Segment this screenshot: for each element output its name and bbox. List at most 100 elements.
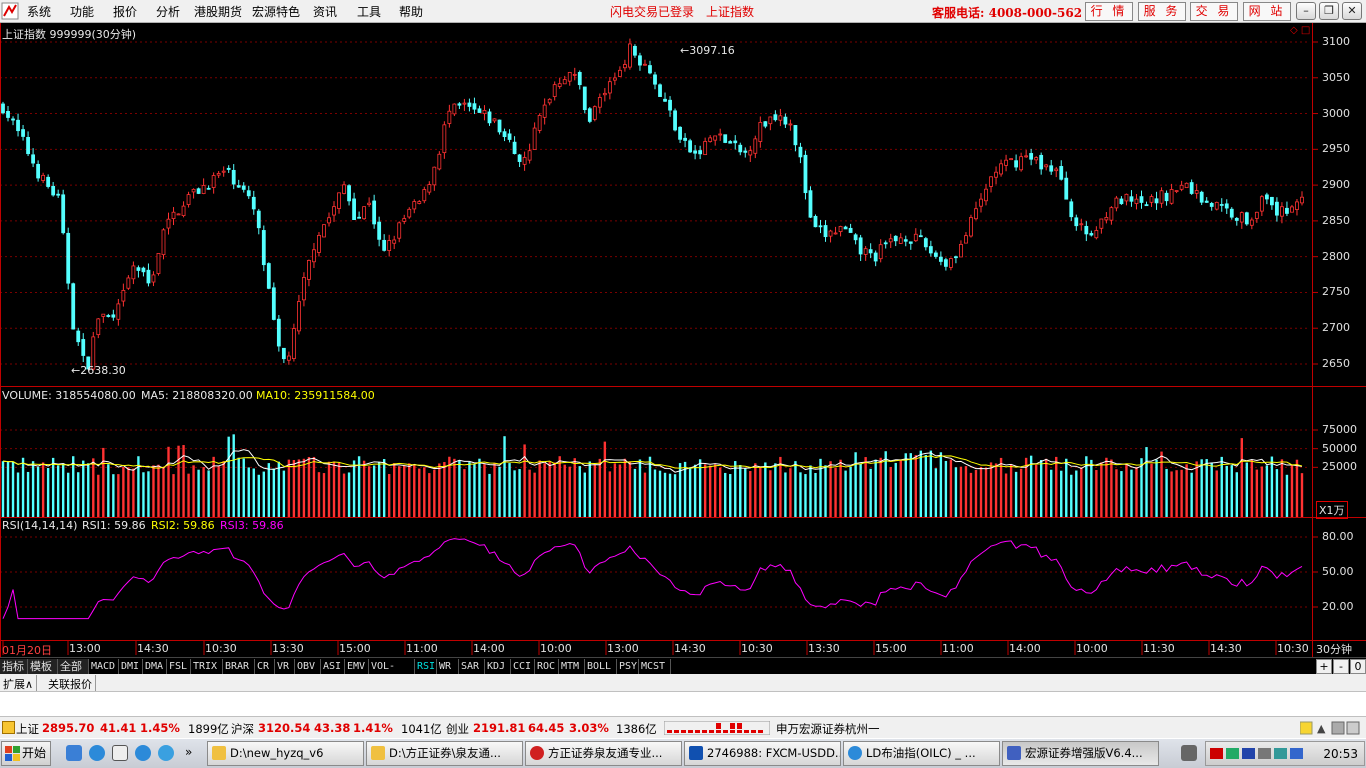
tab-dmi[interactable]: DMI bbox=[119, 659, 143, 674]
quicklaunch-desktop-icon[interactable] bbox=[66, 745, 82, 761]
candle-body bbox=[803, 154, 808, 194]
period-label[interactable]: 30分钟 bbox=[1316, 641, 1352, 657]
menu-info[interactable]: 资讯 bbox=[313, 3, 337, 20]
candle-body bbox=[542, 104, 547, 118]
zoom-out-button[interactable]: - bbox=[1333, 659, 1349, 674]
time-axis-label: 14:00 bbox=[1009, 642, 1041, 655]
ticker-tray-icons[interactable]: ▲ bbox=[1300, 721, 1360, 735]
tab-psy[interactable]: PSY bbox=[617, 659, 639, 674]
volume-bar bbox=[77, 472, 80, 517]
tab-macd[interactable]: MACD bbox=[89, 659, 119, 674]
start-button[interactable]: 开始 bbox=[1, 741, 51, 766]
candle-body bbox=[898, 237, 903, 244]
volume-bar bbox=[342, 473, 346, 517]
tab-emv[interactable]: EMV bbox=[345, 659, 369, 674]
task-oil-ie[interactable]: LD布油指(OILC) _ ... bbox=[843, 741, 1000, 766]
keyboard-icon[interactable] bbox=[1181, 745, 1197, 761]
candle-body bbox=[547, 98, 552, 104]
quicklaunch-app-icon[interactable] bbox=[158, 745, 174, 761]
candle-body bbox=[76, 330, 81, 343]
website-button[interactable]: 网 站 bbox=[1243, 2, 1291, 21]
task-fangzheng-app[interactable]: 方正证券泉友通专业... bbox=[525, 741, 682, 766]
tab-模板[interactable]: 模板 bbox=[28, 659, 58, 674]
tab-obv[interactable]: OBV bbox=[295, 659, 321, 674]
volume-bar bbox=[944, 460, 948, 517]
tab-mtm[interactable]: MTM bbox=[559, 659, 585, 674]
volume-bar bbox=[724, 472, 727, 517]
menu-hongyuan[interactable]: 宏源特色 bbox=[252, 3, 300, 20]
task-folder-hyzq[interactable]: D:\new_hyzq_v6 bbox=[207, 741, 364, 766]
candle-body bbox=[1189, 182, 1194, 194]
menu-function[interactable]: 功能 bbox=[70, 3, 94, 20]
menu-quote[interactable]: 报价 bbox=[113, 3, 137, 20]
close-icon[interactable]: ✕ bbox=[1342, 2, 1362, 20]
minimize-icon[interactable]: – bbox=[1296, 2, 1316, 20]
volume-bar bbox=[849, 466, 852, 517]
price-panel-title: 上证指数 999999(30分钟) bbox=[2, 28, 137, 41]
volume-bar bbox=[262, 471, 265, 517]
candle-body bbox=[928, 246, 933, 254]
tab-rsi[interactable]: RSI bbox=[415, 659, 437, 674]
tab-vr[interactable]: VR bbox=[275, 659, 295, 674]
volume-bar bbox=[387, 474, 391, 517]
menu-system[interactable]: 系统 bbox=[27, 3, 51, 20]
quicklaunch-browser-icon[interactable] bbox=[135, 745, 151, 761]
menu-help[interactable]: 帮助 bbox=[399, 3, 423, 20]
tab-vol-tdx[interactable]: VOL-TDX bbox=[369, 659, 415, 687]
menu-analysis[interactable]: 分析 bbox=[156, 3, 180, 20]
quicklaunch-ie-icon[interactable] bbox=[89, 745, 105, 761]
chart-canvas[interactable] bbox=[0, 23, 1366, 657]
market-button[interactable]: 行 情 bbox=[1085, 2, 1133, 21]
tray-icons[interactable] bbox=[1210, 746, 1305, 762]
candle-body bbox=[1014, 160, 1019, 168]
tab-brar[interactable]: BRAR bbox=[223, 659, 255, 674]
zoom-in-button[interactable]: + bbox=[1316, 659, 1332, 674]
task-label: D:\方正证券\泉友通... bbox=[389, 746, 501, 760]
tab-sar[interactable]: SAR bbox=[459, 659, 485, 674]
tab-kdj[interactable]: KDJ bbox=[485, 659, 511, 674]
task-folder-fangzheng[interactable]: D:\方正证券\泉友通... bbox=[366, 741, 523, 766]
candle-body bbox=[96, 318, 101, 336]
volume-bar bbox=[969, 472, 973, 517]
restore-icon[interactable]: ❐ bbox=[1319, 2, 1339, 20]
panel-option-icons[interactable]: ◇ □ bbox=[1290, 25, 1310, 36]
candle-body bbox=[878, 244, 883, 260]
task-hongyuan-active[interactable]: 宏源证券增强版V6.4... bbox=[1002, 741, 1159, 766]
tab-asi[interactable]: ASI bbox=[321, 659, 345, 674]
candle-body bbox=[808, 190, 813, 218]
tab-wr[interactable]: WR bbox=[437, 659, 459, 674]
tab-fsl[interactable]: FSL bbox=[167, 659, 191, 674]
expand-tab[interactable]: 扩展∧ bbox=[0, 675, 38, 691]
volume-bar bbox=[578, 466, 581, 517]
more-quicklaunch-icon[interactable]: » bbox=[185, 745, 192, 759]
app-logo-icon[interactable] bbox=[1, 2, 19, 20]
related-quotes-tab[interactable]: 关联报价 bbox=[45, 675, 96, 691]
task-fxcm[interactable]: 2746988: FXCM-USDD... bbox=[684, 741, 841, 766]
tab-cci[interactable]: CCI bbox=[511, 659, 535, 674]
volume-bar bbox=[834, 468, 837, 517]
menu-tools[interactable]: 工具 bbox=[357, 3, 381, 20]
volume-bar bbox=[438, 463, 441, 517]
service-button[interactable]: 服 务 bbox=[1138, 2, 1186, 21]
tab-dma[interactable]: DMA bbox=[143, 659, 167, 674]
tab-cr[interactable]: CR bbox=[255, 659, 275, 674]
volume-bar bbox=[914, 455, 917, 517]
menu-hk-futures[interactable]: 港股期货 bbox=[194, 3, 242, 20]
quicklaunch-window-icon[interactable] bbox=[112, 745, 128, 761]
ticker-icon[interactable] bbox=[2, 721, 15, 734]
tab-trix[interactable]: TRIX bbox=[191, 659, 223, 674]
tab-boll[interactable]: BOLL bbox=[585, 659, 617, 674]
chart-area[interactable]: 上证指数 999999(30分钟) ←3097.16 ←2638.30 ◇ □ … bbox=[0, 23, 1366, 657]
volume-bar bbox=[46, 467, 50, 517]
trade-button[interactable]: 交 易 bbox=[1190, 2, 1238, 21]
tab-roc[interactable]: ROC bbox=[535, 659, 559, 674]
volume-bar bbox=[1070, 474, 1073, 517]
candle-body bbox=[402, 218, 407, 222]
tab-全部[interactable]: 全部 bbox=[58, 659, 89, 674]
reset-button[interactable]: 0 bbox=[1350, 659, 1366, 674]
tab-mcst[interactable]: MCST bbox=[639, 659, 671, 674]
volume-bar bbox=[1095, 470, 1098, 517]
candle-body bbox=[477, 108, 482, 113]
candle-body bbox=[31, 154, 35, 164]
tab-指标[interactable]: 指标 bbox=[0, 659, 28, 674]
